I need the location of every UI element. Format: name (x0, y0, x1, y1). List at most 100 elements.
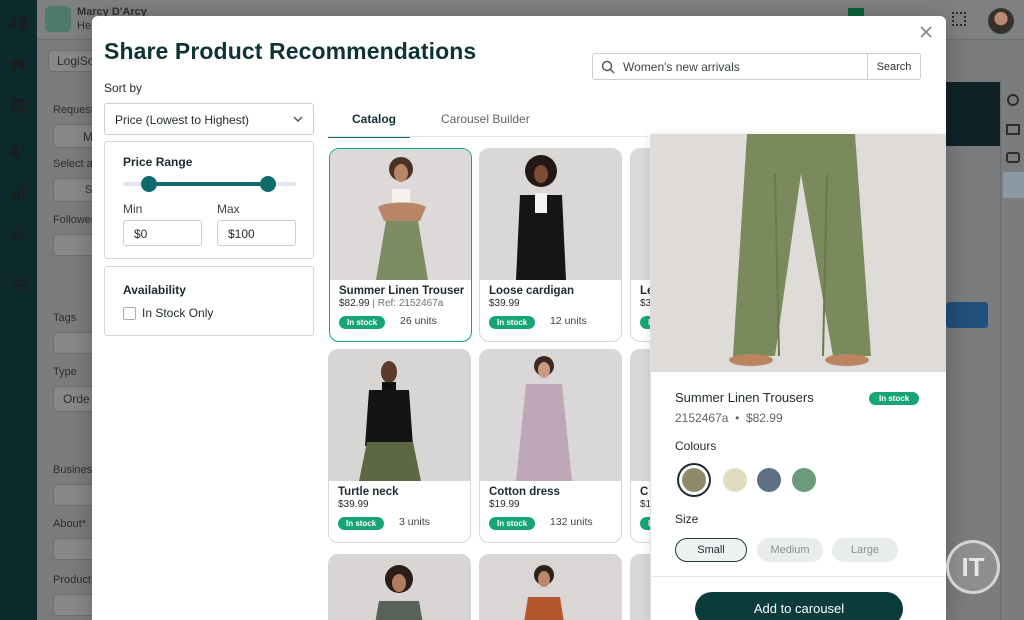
tabs-divider (328, 136, 648, 137)
in-stock-checkbox[interactable] (123, 307, 136, 320)
max-label: Max (217, 202, 240, 216)
followers-label: Follower (53, 214, 95, 226)
product-card[interactable]: Cotton dress $19.99 In stock 132 units (479, 349, 622, 543)
product-card[interactable]: Loose cardigan $39.99 In stock 12 units (479, 148, 622, 342)
product-image (329, 555, 470, 620)
price-range-title: Price Range (123, 155, 193, 169)
stock-units: 26 units (400, 315, 437, 327)
product-name: Loose cardigan (489, 285, 574, 297)
product-name: C (640, 486, 649, 498)
sort-select[interactable]: Price (Lowest to Highest) (104, 103, 314, 135)
stock-badge: In stock (338, 517, 385, 530)
product-price: $39.99 (489, 298, 520, 309)
stock-units: 12 units (550, 315, 587, 327)
size-small-button[interactable]: Small (675, 538, 747, 562)
size-large-button[interactable]: Large (832, 538, 898, 562)
home-icon[interactable] (6, 52, 30, 76)
product-image (480, 149, 621, 280)
min-price-input[interactable]: $0 (123, 220, 202, 246)
product-name: Turtle neck (338, 486, 399, 498)
product-name: Cotton dress (489, 486, 560, 498)
in-stock-label: In Stock Only (142, 306, 214, 320)
chevron-down-icon (293, 116, 303, 122)
apps-grid-icon[interactable] (1003, 172, 1024, 198)
reporting-icon[interactable] (6, 180, 30, 204)
stock-badge: In stock (489, 316, 536, 329)
price-slider-min-thumb[interactable] (140, 176, 157, 192)
business-label: Business (53, 464, 98, 476)
knowledge-icon[interactable] (1006, 124, 1020, 135)
colour-swatch-olive[interactable] (682, 468, 706, 492)
availability-title: Availability (123, 283, 186, 297)
detail-ref-price: 2152467a • $82.99 (675, 411, 783, 425)
colour-swatch-slate[interactable] (757, 468, 781, 492)
add-to-carousel-button[interactable]: Add to carousel (695, 592, 903, 620)
product-price: $82.99 | Ref: 2152467a (339, 298, 444, 309)
user-profile-icon[interactable] (1007, 94, 1019, 106)
type-label: Type (53, 366, 77, 378)
price-range-panel: Price Range Min Max $0 $100 (104, 141, 314, 259)
product-image (330, 149, 471, 280)
zendesk-logo-icon[interactable] (6, 10, 30, 34)
share-recommendations-modal: Share Product Recommendations Search Sor… (92, 16, 946, 620)
colours-label: Colours (675, 439, 717, 453)
product-detail-image (651, 134, 946, 372)
price-slider-max-thumb[interactable] (260, 176, 277, 192)
stock-units: 3 units (399, 516, 430, 528)
product-price: $39.99 (338, 499, 369, 510)
tab-carousel-builder[interactable]: Carousel Builder (441, 112, 530, 126)
max-price-input[interactable]: $100 (217, 220, 296, 246)
detail-divider (651, 576, 946, 577)
nav-rail (0, 0, 37, 620)
size-medium-button[interactable]: Medium (757, 538, 823, 562)
product-detail-panel: Summer Linen Trousers In stock 2152467a … (650, 134, 946, 620)
background-submit-button[interactable] (946, 302, 988, 328)
agent-status: He (77, 20, 92, 32)
search-input[interactable] (623, 59, 853, 74)
size-label: Size (675, 512, 699, 526)
colour-swatch-cream[interactable] (723, 468, 747, 492)
stock-units: 132 units (550, 516, 593, 528)
conversations-icon[interactable] (1006, 152, 1020, 163)
modal-title: Share Product Recommendations (104, 38, 477, 64)
watermark-logo: IT (946, 540, 1000, 594)
chat-status-icon[interactable] (45, 6, 71, 32)
product-image (329, 350, 470, 481)
detail-stock-badge: In stock (869, 392, 920, 405)
customers-icon[interactable] (6, 138, 30, 162)
search-button[interactable]: Search (867, 53, 921, 80)
product-name: Summer Linen Trouser (339, 285, 465, 297)
availability-panel: Availability In Stock Only (104, 266, 314, 336)
product-card[interactable]: Turtle neck $39.99 In stock 3 units (328, 349, 471, 543)
min-label: Min (123, 202, 143, 216)
about-label: About* (53, 518, 87, 530)
search-icon (601, 60, 615, 73)
stock-badge: In stock (489, 517, 536, 530)
price-slider[interactable] (123, 176, 296, 192)
type-value: Orde (63, 392, 90, 406)
tab-bar: Catalog Carousel Builder (328, 110, 648, 138)
product-card[interactable]: Summer Linen Trouser $82.99 | Ref: 21524… (329, 148, 472, 342)
product-image (480, 555, 621, 620)
requester-label: Request (53, 104, 94, 116)
product-image (480, 350, 621, 481)
sort-selected-value: Price (Lowest to Highest) (115, 113, 250, 127)
select-label: Select a (53, 158, 93, 170)
tab-catalog[interactable]: Catalog (352, 112, 396, 126)
product-tray-icon[interactable] (952, 12, 966, 26)
product-label: Product (53, 574, 91, 586)
search-field[interactable] (592, 53, 868, 80)
context-panel-strip (1000, 80, 1024, 620)
sort-label: Sort by (104, 81, 143, 95)
brand-tab[interactable]: LogiSo (57, 54, 94, 68)
colour-swatch-green[interactable] (792, 468, 816, 492)
close-icon[interactable] (918, 26, 934, 42)
avatar[interactable] (988, 8, 1014, 34)
product-card[interactable] (479, 554, 622, 620)
cart-icon[interactable] (6, 272, 30, 296)
detail-product-name: Summer Linen Trousers (675, 390, 814, 405)
views-icon[interactable] (6, 94, 30, 118)
product-card[interactable] (328, 554, 471, 620)
price-slider-fill (148, 182, 269, 186)
admin-gear-icon[interactable] (6, 222, 30, 246)
